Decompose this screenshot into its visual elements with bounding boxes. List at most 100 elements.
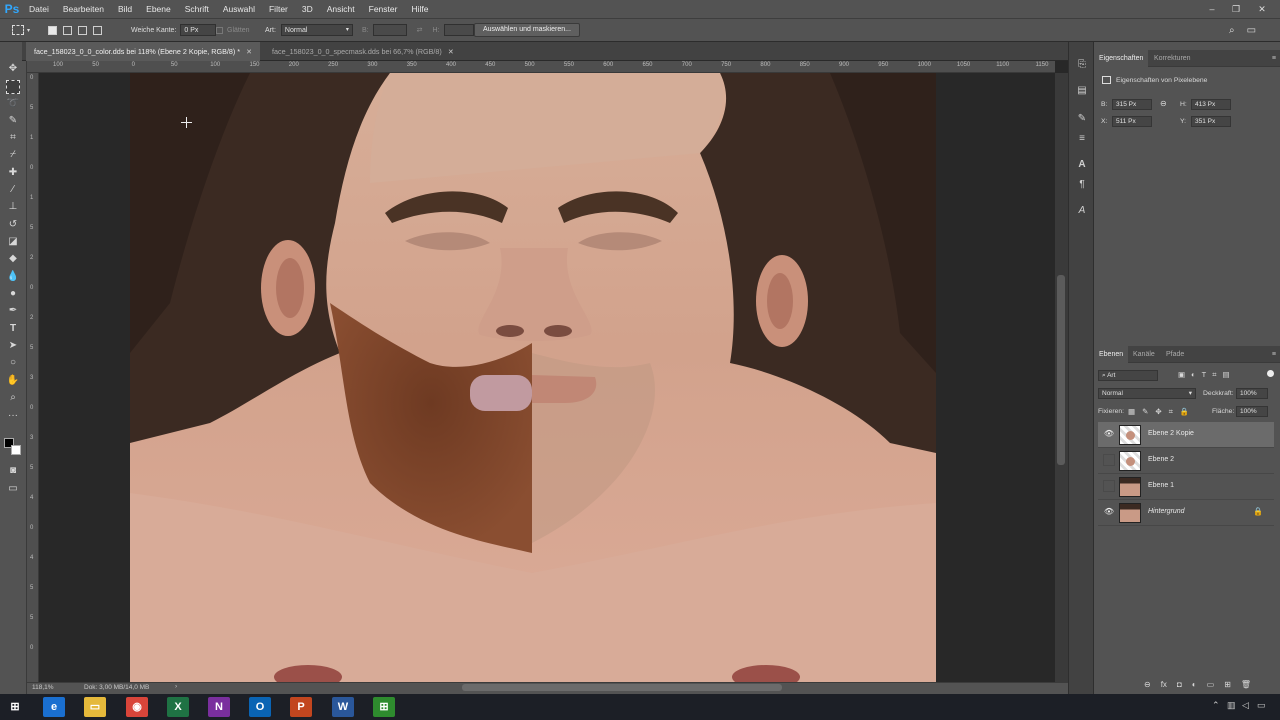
rectangular-marquee-icon[interactable] xyxy=(6,80,20,94)
adjustments-icon[interactable]: ≡ xyxy=(1075,132,1089,146)
move-tool-icon[interactable]: ✥ xyxy=(6,62,20,76)
layer-row-ebene-2-kopie[interactable]: 👁 Ebene 2 Kopie xyxy=(1098,422,1274,448)
path-selection-icon[interactable]: ➤ xyxy=(6,339,20,353)
horizontal-scroll-thumb[interactable] xyxy=(462,684,782,691)
status-menu-icon[interactable]: › xyxy=(175,683,177,690)
add-mask-icon[interactable]: ◘ xyxy=(1177,680,1182,689)
properties-height-input[interactable]: 413 Px xyxy=(1191,99,1231,110)
filter-toggle[interactable] xyxy=(1267,370,1274,377)
filter-type-icon[interactable]: T xyxy=(1202,370,1207,380)
select-and-mask-button[interactable]: Auswählen und maskieren... xyxy=(474,23,580,37)
pen-icon[interactable]: ✒ xyxy=(6,304,20,318)
marquee-tool-preset-icon[interactable]: ▾ xyxy=(12,19,30,41)
history-panel-icon[interactable]: ⎘ xyxy=(1075,58,1089,72)
word-icon[interactable]: W xyxy=(332,697,354,717)
filter-pixel-icon[interactable]: ▣ xyxy=(1178,370,1185,380)
clone-stamp-icon[interactable]: ⊥ xyxy=(6,200,20,214)
background-color-swatch[interactable] xyxy=(11,445,21,455)
outlook-icon[interactable]: O xyxy=(249,697,271,717)
add-selection-icon[interactable] xyxy=(63,25,72,35)
tab-layers[interactable]: Ebenen xyxy=(1094,346,1129,363)
filter-smart-object-icon[interactable]: ▤ xyxy=(1222,370,1229,380)
layer-row-ebene-1[interactable]: · Ebene 1 xyxy=(1098,474,1274,500)
layer-name[interactable]: Ebene 2 Kopie xyxy=(1148,430,1194,437)
vertical-scroll-thumb[interactable] xyxy=(1057,275,1065,465)
tab-channels[interactable]: Kanäle xyxy=(1128,346,1160,363)
height-input[interactable] xyxy=(443,24,474,36)
close-tab-icon[interactable]: ✕ xyxy=(246,47,252,56)
lock-position-icon[interactable]: ✥ xyxy=(1155,407,1161,417)
new-layer-icon[interactable]: ⊞ xyxy=(1224,680,1231,689)
fill-input[interactable]: 100% xyxy=(1236,406,1268,417)
search-icon[interactable]: ⌕ xyxy=(1229,25,1235,36)
fx-icon[interactable]: fx xyxy=(1161,680,1167,689)
canvas-area[interactable] xyxy=(39,73,1055,682)
delete-layer-icon[interactable]: 🗑 xyxy=(1241,680,1251,689)
feather-input[interactable]: 0 Px xyxy=(180,24,217,36)
menu-ebene[interactable]: Ebene xyxy=(139,0,178,18)
network-tray-icon[interactable]: ▥ xyxy=(1227,700,1236,711)
more-tools-icon[interactable]: ··· xyxy=(6,409,20,423)
layer-name[interactable]: Ebene 1 xyxy=(1148,482,1174,489)
lasso-icon[interactable]: ➰ xyxy=(6,97,20,111)
healing-brush-icon[interactable]: ✚ xyxy=(6,166,20,180)
menu-filter[interactable]: Filter xyxy=(262,0,295,18)
character-panel-icon[interactable]: A xyxy=(1075,158,1089,172)
blur-icon[interactable]: 💧 xyxy=(6,270,20,284)
visibility-eye-icon[interactable]: 👁 xyxy=(1103,506,1115,518)
paint-bucket-icon[interactable]: ◆ xyxy=(6,252,20,266)
dodge-icon[interactable]: ● xyxy=(6,287,20,301)
lock-all-icon[interactable]: 🔒 xyxy=(1180,407,1189,417)
workspace-icon[interactable]: ▭ xyxy=(1247,25,1256,36)
screen-mode-icon[interactable]: ▭ xyxy=(6,482,20,496)
blend-mode-select[interactable]: Normal ▾ xyxy=(1098,388,1196,399)
menu-bild[interactable]: Bild xyxy=(111,0,139,18)
visibility-eye-icon[interactable]: 👁 xyxy=(1103,428,1115,440)
layer-name[interactable]: Hintergrund xyxy=(1148,508,1185,515)
filter-shape-icon[interactable]: ⌗ xyxy=(1212,370,1216,380)
tab-properties[interactable]: Eigenschaften xyxy=(1094,50,1149,67)
action-center-icon[interactable]: ▭ xyxy=(1257,700,1266,711)
chrome-icon[interactable]: ◉ xyxy=(126,697,148,717)
windows-start-icon[interactable]: ⊞ xyxy=(4,697,26,717)
paragraph-panel-icon[interactable]: ¶ xyxy=(1075,178,1089,192)
crop-icon[interactable]: ⌗ xyxy=(6,131,20,145)
antialias-checkbox[interactable] xyxy=(216,26,223,34)
history-brush-icon[interactable]: ↺ xyxy=(6,218,20,232)
layer-row-hintergrund[interactable]: 👁 Hintergrund 🔒 xyxy=(1098,500,1274,526)
opacity-input[interactable]: 100% xyxy=(1236,388,1268,399)
onenote-icon[interactable]: N xyxy=(208,697,230,717)
libraries-icon[interactable]: ▤ xyxy=(1075,84,1089,98)
layer-filter-select[interactable]: ⌕ Art xyxy=(1098,370,1158,381)
ellipse-tool-icon[interactable]: ○ xyxy=(6,356,20,370)
link-layers-icon[interactable]: ⊖ xyxy=(1144,680,1151,689)
lock-pixels-icon[interactable]: ✎ xyxy=(1142,407,1148,417)
brush-settings-icon[interactable]: ✎ xyxy=(1075,112,1089,126)
hand-tool-icon[interactable]: ✋ xyxy=(6,374,20,388)
minimize-button[interactable]: ‒ xyxy=(1202,0,1222,18)
up-arrow-tray-icon[interactable]: ⌃ xyxy=(1212,700,1220,711)
swap-icon[interactable]: ⇄ xyxy=(417,26,423,34)
new-selection-icon[interactable] xyxy=(48,25,57,35)
menu-auswahl[interactable]: Auswahl xyxy=(216,0,262,18)
tab-adjustments[interactable]: Korrekturen xyxy=(1149,50,1196,67)
style-select[interactable]: Normal ▾ xyxy=(280,24,353,36)
link-icon[interactable]: ⊖ xyxy=(1160,99,1167,108)
subtract-selection-icon[interactable] xyxy=(78,25,87,35)
new-adjustment-icon[interactable]: ◐ xyxy=(1192,680,1197,689)
eraser-icon[interactable]: ◪ xyxy=(6,235,20,249)
type-tool-icon[interactable]: T xyxy=(6,322,20,336)
lock-transparency-icon[interactable]: ▦ xyxy=(1128,407,1135,417)
menu-fenster[interactable]: Fenster xyxy=(362,0,405,18)
menu-schrift[interactable]: Schrift xyxy=(178,0,216,18)
properties-x-input[interactable]: 511 Px xyxy=(1112,116,1152,127)
properties-y-input[interactable]: 351 Px xyxy=(1191,116,1231,127)
edge-icon[interactable]: e xyxy=(43,697,65,717)
visibility-eye-icon[interactable]: · xyxy=(1103,480,1115,492)
glyphs-panel-icon[interactable]: A xyxy=(1075,204,1089,218)
quick-mask-icon[interactable]: ◙ xyxy=(6,464,20,478)
width-input[interactable] xyxy=(372,24,407,36)
menu-3d[interactable]: 3D xyxy=(295,0,320,18)
zoom-tool-icon[interactable]: ⌕ xyxy=(6,391,20,405)
project-icon[interactable]: ⊞ xyxy=(373,697,395,717)
